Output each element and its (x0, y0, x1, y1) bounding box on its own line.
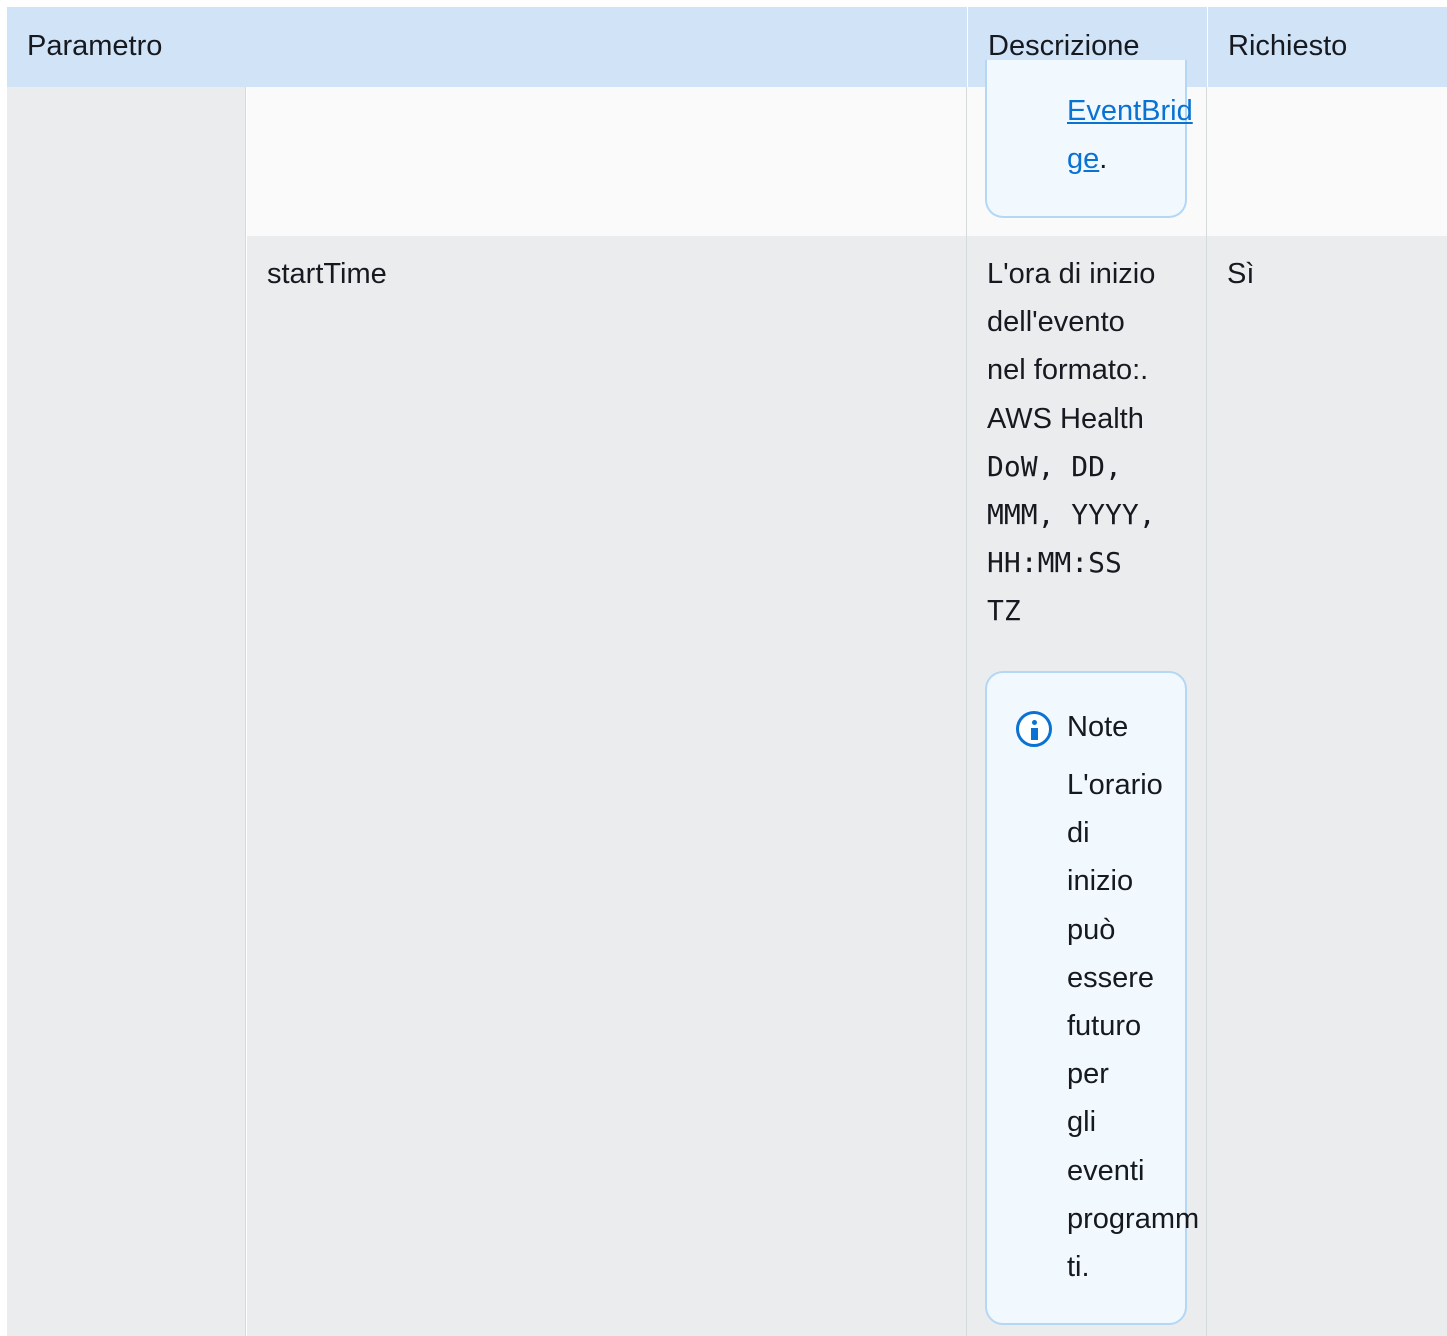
note-link-eventbridge[interactable]: EventBrid ge. (1067, 87, 1207, 183)
info-icon (1016, 711, 1052, 747)
parameter-description: L'ora di inizio dell'evento nel formato:… (987, 258, 1156, 628)
note-body: L'orario di inizio può essere futuro per… (1067, 769, 1200, 1284)
column-header-parameter: Parametro (27, 30, 163, 62)
parent-parameter-cell (7, 87, 246, 1336)
column-divider (966, 87, 967, 1336)
parameter-name: startTime (267, 258, 387, 290)
column-header-required: Richiesto (1207, 7, 1447, 87)
table-row-starttime (247, 236, 1447, 1336)
required-value: Sì (1227, 258, 1255, 290)
table-row-previous (247, 87, 1447, 236)
note-title: Note (1067, 711, 1129, 743)
